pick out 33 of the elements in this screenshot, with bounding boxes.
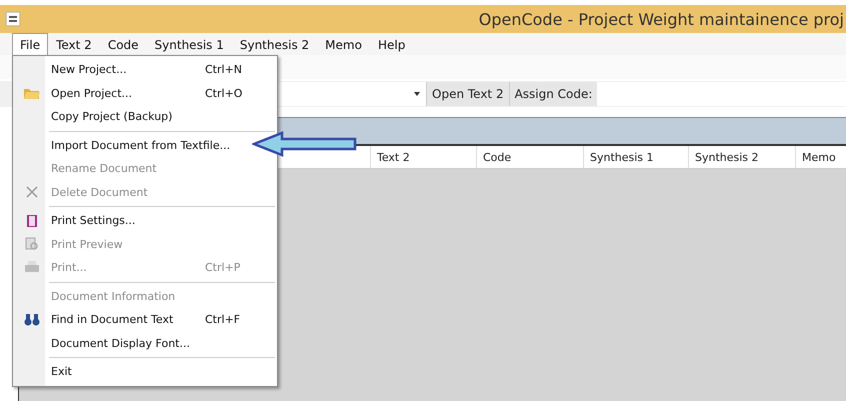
app-logo-icon <box>6 12 20 26</box>
menu-entry[interactable]: Document Display Font... <box>13 332 205 355</box>
folder-icon <box>23 86 41 100</box>
column-header: Synthesis 1 <box>583 146 688 168</box>
menu-entry[interactable]: Import Document from Textfile... <box>13 134 230 157</box>
menu-entry[interactable]: Exit <box>13 360 205 384</box>
menu-item[interactable]: Help <box>370 32 414 56</box>
menu-entry[interactable]: Open Project... Ctrl+O <box>13 82 246 105</box>
menu-item[interactable]: Synthesis 2 <box>232 32 318 56</box>
toolbar-button[interactable]: Open Text 2 <box>426 82 509 106</box>
menu-item[interactable]: Memo <box>317 32 370 56</box>
column-header: Text 2 <box>370 146 476 168</box>
code-field[interactable] <box>597 82 846 106</box>
page-magnifier-icon <box>25 237 39 252</box>
menu-entry[interactable]: New Project... Ctrl+N <box>13 58 246 82</box>
book-icon <box>26 214 38 228</box>
close-icon <box>26 186 38 198</box>
caret-icon <box>414 92 420 96</box>
menu-item[interactable]: Synthesis 1 <box>146 32 232 56</box>
window-title: OpenCode - Project Weight maintainence proj <box>478 10 845 28</box>
menu-item[interactable]: Code <box>100 32 147 56</box>
arrow-icon <box>252 131 358 157</box>
menu-item[interactable]: Text 2 <box>48 32 100 56</box>
toolbar-button[interactable]: Assign Code: <box>508 82 598 106</box>
column-header: Code <box>476 146 583 168</box>
printer-icon <box>24 261 40 274</box>
binoculars-icon <box>24 313 40 326</box>
column-header: Synthesis 2 <box>688 146 795 168</box>
column-header: Memo <box>795 146 846 168</box>
menu-entry[interactable]: Copy Project (Backup) <box>13 105 205 128</box>
menu-item[interactable]: File <box>12 32 48 56</box>
menu-entry[interactable]: Print Settings... <box>13 209 205 232</box>
menu-entry[interactable]: Find in Document Text Ctrl+F <box>13 308 244 332</box>
